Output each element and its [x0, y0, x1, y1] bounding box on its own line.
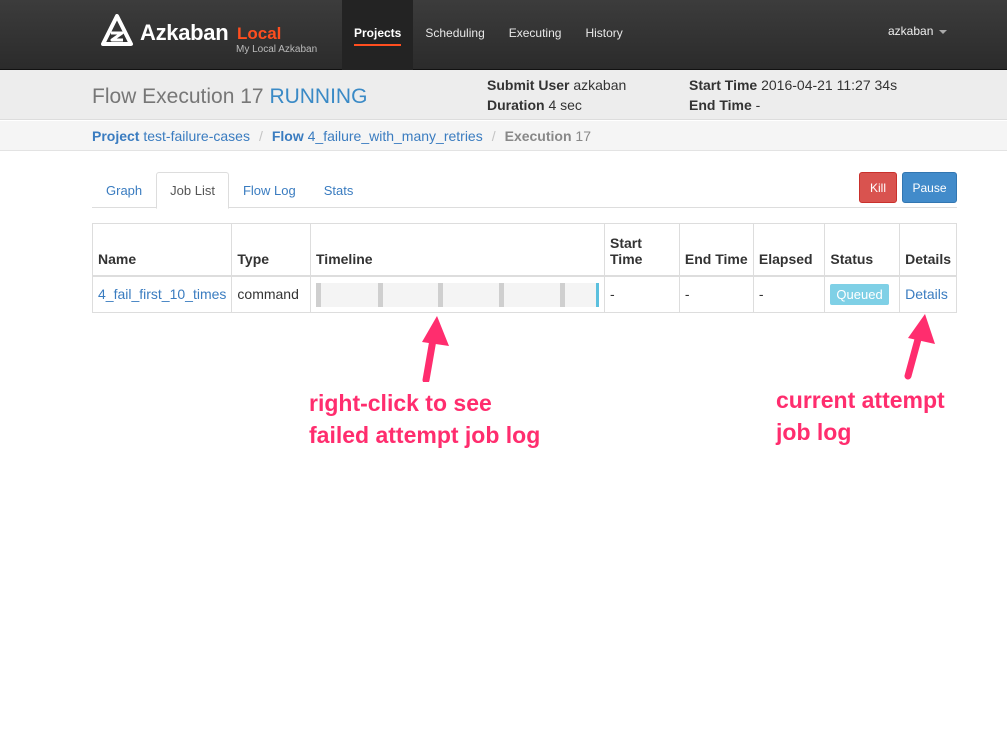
execution-tabs: Graph Job List Flow Log Stats	[92, 172, 957, 209]
annotation-left-line2: failed attempt job log	[309, 422, 541, 448]
azkaban-logo-icon	[101, 14, 133, 46]
submit-user: Submit User azkaban	[487, 77, 626, 93]
duration-value: 4 sec	[548, 97, 582, 113]
attempt-segment[interactable]	[378, 282, 383, 307]
brand-name: Azkaban	[140, 20, 229, 45]
tab-graph[interactable]: Graph	[92, 172, 156, 208]
breadcrumb-execution-id: 17	[575, 128, 591, 144]
annotation-right-line2: job log	[776, 419, 852, 445]
breadcrumb: Project test-failure-cases / Flow 4_fail…	[0, 121, 1007, 151]
col-start-time-line1: Start	[610, 234, 642, 251]
annotation-arrow-right-icon	[904, 314, 935, 380]
breadcrumb-separator: /	[258, 128, 263, 144]
end-time-label: End Time	[689, 97, 752, 113]
col-elapsed[interactable]: Elapsed	[752, 223, 826, 277]
tab-job-list[interactable]: Job List	[156, 172, 229, 209]
job-end-time: -	[678, 275, 754, 313]
col-timeline[interactable]: Timeline	[310, 223, 605, 277]
job-details-cell: Details	[899, 275, 957, 313]
top-navbar: Azkaban Local My Local Azkaban Projects …	[0, 0, 1007, 70]
col-type[interactable]: Type	[231, 223, 311, 277]
job-list-table: Name Type Timeline Start Time End Time E…	[91, 223, 957, 313]
annotation-right: current attempt job log	[776, 384, 945, 448]
job-timeline-bar[interactable]	[316, 282, 599, 307]
breadcrumb-project[interactable]: Project test-failure-cases	[92, 128, 250, 144]
submit-user-value: azkaban	[573, 77, 627, 93]
tab-stats[interactable]: Stats	[310, 172, 368, 208]
nav-history[interactable]: History	[573, 0, 634, 70]
annotation-left-line1: right-click to see	[309, 390, 492, 416]
job-timeline-cell	[310, 275, 605, 313]
annotation-arrow-left-icon	[422, 316, 449, 382]
job-type: command	[231, 275, 311, 313]
duration-label: Duration	[487, 97, 545, 113]
page-title-text: Flow Execution 17	[92, 85, 264, 108]
caret-down-icon	[939, 29, 948, 34]
nav-projects[interactable]: Projects	[342, 0, 414, 70]
job-name-link[interactable]: 4_fail_first_10_times	[98, 286, 226, 302]
duration: Duration 4 sec	[487, 97, 582, 113]
tab-flow-log[interactable]: Flow Log	[229, 172, 310, 208]
table-row: 4_fail_first_10_times command - - - Queu…	[91, 275, 957, 313]
attempt-segment[interactable]	[316, 282, 321, 307]
user-name: azkaban	[888, 24, 934, 38]
status-badge: Queued	[830, 283, 889, 305]
nav-executing[interactable]: Executing	[497, 0, 574, 70]
breadcrumb-execution: Execution 17	[505, 128, 591, 144]
brand-environment: Local	[237, 24, 282, 43]
breadcrumb-project-label: Project	[92, 128, 140, 144]
brand-subtitle: My Local Azkaban	[236, 44, 318, 55]
attempt-segment[interactable]	[438, 282, 443, 307]
job-elapsed: -	[752, 275, 826, 313]
breadcrumb-row: Project test-failure-cases / Flow 4_fail…	[92, 128, 591, 144]
breadcrumb-project-name: test-failure-cases	[143, 128, 250, 144]
attempt-segment[interactable]	[499, 282, 504, 307]
breadcrumb-execution-label: Execution	[504, 128, 572, 144]
nav-projects-label: Projects	[354, 26, 402, 40]
annotation-left: right-click to see failed attempt job lo…	[309, 387, 540, 451]
user-menu[interactable]: azkaban	[888, 24, 948, 38]
breadcrumb-flow-name: 4_failure_with_many_retries	[307, 128, 483, 144]
breadcrumb-flow-label: Flow	[271, 128, 304, 144]
col-start-time-line2: Time	[610, 250, 643, 267]
pause-button[interactable]: Pause	[902, 172, 957, 203]
col-start-time[interactable]: Start Time	[604, 223, 680, 277]
end-time: End Time -	[689, 97, 760, 113]
job-name-cell: 4_fail_first_10_times	[91, 275, 233, 313]
details-link[interactable]: Details	[905, 286, 948, 302]
col-status[interactable]: Status	[824, 223, 901, 277]
nav-executing-label: Executing	[508, 26, 562, 40]
job-status-cell: Queued	[824, 275, 901, 313]
start-time: Start Time 2016-04-21 11:27 34s	[689, 77, 897, 93]
start-time-label: Start Time	[689, 77, 758, 93]
page-title: Flow Execution 17 RUNNING	[92, 85, 367, 109]
breadcrumb-flow[interactable]: Flow 4_failure_with_many_retries	[272, 128, 483, 144]
execution-header: Flow Execution 17 RUNNING Submit User az…	[0, 70, 1007, 120]
start-time-value: 2016-04-21 11:27 34s	[761, 77, 898, 93]
end-time-value: -	[755, 97, 761, 113]
execution-status: RUNNING	[269, 85, 368, 108]
kill-button[interactable]: Kill	[859, 172, 897, 203]
table-header-row: Name Type Timeline Start Time End Time E…	[91, 223, 957, 277]
active-underline	[354, 44, 402, 46]
annotation-right-line1: current attempt	[776, 387, 945, 413]
col-end-time[interactable]: End Time	[678, 223, 754, 277]
nav-scheduling[interactable]: Scheduling	[413, 0, 496, 70]
submit-user-label: Submit User	[487, 77, 570, 93]
job-start-time: -	[604, 275, 680, 313]
nav-history-label: History	[585, 26, 623, 40]
nav-scheduling-label: Scheduling	[425, 26, 485, 40]
breadcrumb-separator: /	[491, 128, 496, 144]
col-details[interactable]: Details	[899, 223, 957, 277]
attempt-segment[interactable]	[560, 282, 565, 307]
current-attempt-marker[interactable]	[596, 282, 599, 307]
col-name[interactable]: Name	[91, 223, 233, 277]
main-nav: Projects Scheduling Executing History	[342, 0, 635, 70]
